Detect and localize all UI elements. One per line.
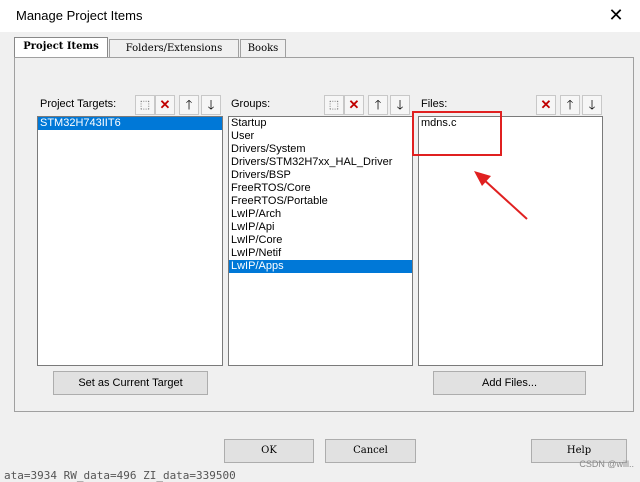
annotation-arrow-icon [474, 171, 528, 220]
background-build-output: ata=3934 RW_data=496 ZI_data=339500 [4, 469, 236, 482]
ok-button[interactable]: OK [224, 439, 314, 463]
watermark: CSDN @will.. [579, 459, 634, 469]
cancel-button[interactable]: Cancel [325, 439, 416, 463]
manage-project-items-dialog: Manage Project Items ✕ Project Items Fol… [0, 0, 640, 482]
